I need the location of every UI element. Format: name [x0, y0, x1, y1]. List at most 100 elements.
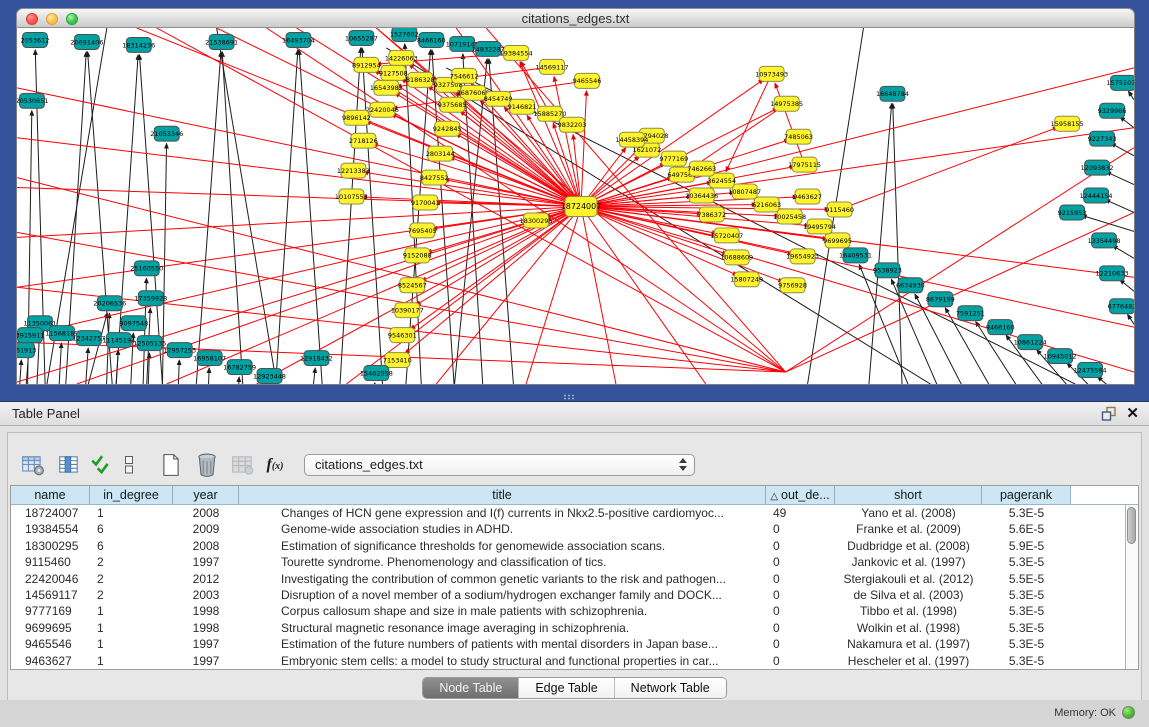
graph-node[interactable]: 15958155: [1051, 116, 1084, 131]
graph-edge-reference[interactable]: [368, 383, 375, 384]
graph-node[interactable]: 18314236: [122, 37, 155, 52]
graph-edge-reference[interactable]: [1128, 91, 1134, 100]
graph-node[interactable]: 9329966: [1098, 103, 1127, 118]
table-cell[interactable]: 49: [766, 505, 835, 521]
table-cell[interactable]: 9699695: [11, 620, 90, 636]
table-cell[interactable]: Dudbridge et al. (2008): [835, 538, 982, 554]
table-cell[interactable]: Jankovic et al. (1997): [835, 554, 982, 570]
table-cell[interactable]: 9465546: [11, 636, 90, 652]
table-cell[interactable]: 9777169: [11, 603, 90, 619]
graph-node[interactable]: 12093832: [1081, 160, 1114, 175]
graph-node[interactable]: 12210633: [1096, 266, 1129, 281]
column-header-short[interactable]: short: [835, 486, 982, 504]
graph-node[interactable]: 9152088: [403, 248, 432, 263]
graph-node[interactable]: 12475584: [1074, 363, 1107, 378]
graph-edge-reference[interactable]: [222, 52, 246, 384]
graph-node[interactable]: 9777169: [659, 151, 688, 166]
table-cell[interactable]: Yano et al. (2008): [835, 505, 982, 521]
graph-node[interactable]: 16958107: [193, 351, 226, 366]
table-cell[interactable]: 5.3E-5: [982, 603, 1071, 619]
table-cell[interactable]: 6: [90, 538, 173, 554]
table-cell[interactable]: 2009: [173, 521, 239, 537]
graph-node[interactable]: 18300295: [520, 213, 553, 228]
graph-node[interactable]: 10945012: [1044, 349, 1077, 364]
graph-node[interactable]: 6674930: [896, 278, 925, 293]
graph-node[interactable]: 14458394: [615, 132, 648, 147]
table-row[interactable]: 1456911722003Disruption of a novel membe…: [11, 587, 1125, 603]
table-cell[interactable]: 14569117: [11, 587, 90, 603]
graph-edge-reference[interactable]: [139, 55, 166, 384]
table-row[interactable]: 1830029562008Estimation of significance …: [11, 538, 1125, 554]
rows-icon[interactable]: [118, 451, 140, 479]
zoom-window-button[interactable]: [66, 13, 78, 25]
graph-edge-reference[interactable]: [1106, 172, 1134, 185]
graph-node[interactable]: 14569117: [536, 59, 569, 74]
graph-node[interactable]: 7462663: [687, 161, 716, 176]
graph-node[interactable]: 7591251: [956, 306, 985, 321]
table-cell[interactable]: 1997: [173, 554, 239, 570]
graph-node[interactable]: 11145194: [102, 333, 135, 348]
table-cell[interactable]: 6: [90, 521, 173, 537]
graph-node[interactable]: 9170041: [411, 195, 440, 210]
graph-node[interactable]: 21053346: [150, 126, 183, 141]
table-cell[interactable]: 1997: [173, 653, 239, 669]
graph-node[interactable]: 16648784: [876, 86, 909, 101]
tab-edge-table[interactable]: Edge Table: [518, 678, 613, 698]
graph-node[interactable]: 6216063: [752, 197, 781, 212]
graph-node[interactable]: 21538691: [205, 34, 238, 49]
column-header-pagerank[interactable]: pagerank: [982, 486, 1071, 504]
split-divider-grip[interactable]: [563, 394, 575, 400]
network-canvas[interactable]: 1872400718300295891295414226063912750881…: [16, 28, 1135, 385]
graph-node[interactable]: 7695405: [408, 223, 437, 238]
graph-edge-reference[interactable]: [57, 343, 61, 384]
table-cell[interactable]: 19384554: [11, 521, 90, 537]
close-window-button[interactable]: [26, 13, 38, 25]
table-cell[interactable]: Franke et al. (2009): [835, 521, 982, 537]
network-window-titlebar[interactable]: citations_edges.txt: [16, 8, 1135, 28]
graph-node[interactable]: 6776482: [1108, 299, 1134, 314]
table-cell[interactable]: Disruption of a novel member of a sodium…: [239, 587, 766, 603]
table-row[interactable]: 969969511998Structural magnetic resonanc…: [11, 620, 1125, 636]
graph-node[interactable]: 9832203: [558, 117, 587, 132]
graph-node[interactable]: 20530651: [17, 93, 48, 108]
graph-edge-citation[interactable]: [840, 127, 1058, 209]
graph-node[interactable]: 9756928: [778, 278, 807, 293]
table-cell[interactable]: 2: [90, 571, 173, 587]
table-cell[interactable]: 5.6E-5: [982, 521, 1071, 537]
table-cell[interactable]: 1: [90, 603, 173, 619]
graph-node[interactable]: 12342757: [72, 331, 105, 346]
table-row[interactable]: 977716911998Corpus callosum shape and si…: [11, 603, 1125, 619]
graph-edge-reference[interactable]: [1120, 280, 1134, 292]
graph-node[interactable]: 15807249: [730, 272, 763, 287]
table-row[interactable]: 911546021997Tourette syndrome. Phenomeno…: [11, 554, 1125, 570]
graph-node[interactable]: 19495794: [803, 219, 836, 234]
column-header-name[interactable]: name: [11, 486, 90, 504]
graph-edge-reference[interactable]: [217, 28, 277, 384]
graph-node[interactable]: 16782759: [223, 360, 256, 375]
graph-node[interactable]: 2053612: [21, 32, 50, 47]
table-cell[interactable]: 1998: [173, 603, 239, 619]
graph-node[interactable]: 12213383: [337, 163, 370, 178]
graph-node[interactable]: 7485063: [784, 129, 813, 144]
graph-node[interactable]: 9463627: [793, 189, 822, 204]
table-cell[interactable]: Wolkin et al. (1998): [835, 620, 982, 636]
graph-node[interactable]: 7153410: [383, 353, 412, 368]
graph-node[interactable]: 12505135: [133, 336, 166, 351]
graph-node[interactable]: 8912954: [352, 57, 381, 72]
selection-mode-icon[interactable]: [90, 451, 112, 479]
table-cell[interactable]: Structural magnetic resonance image aver…: [239, 620, 766, 636]
graph-node[interactable]: 2803144: [426, 146, 455, 161]
graph-node[interactable]: 10973493: [755, 66, 788, 81]
graph-edge-reference[interactable]: [237, 377, 239, 384]
close-panel-icon[interactable]: ✕: [1126, 406, 1139, 422]
graph-node[interactable]: 9699695: [823, 233, 852, 248]
graph-node[interactable]: 20206536: [93, 296, 126, 311]
table-cell[interactable]: de Silva et al. (2003): [835, 587, 982, 603]
graph-node[interactable]: 9242845: [433, 121, 462, 136]
graph-node[interactable]: 8427552: [420, 170, 449, 185]
table-cell[interactable]: 9115460: [11, 554, 90, 570]
graph-edge-citation[interactable]: [690, 104, 787, 169]
graph-node[interactable]: 9538923: [873, 263, 902, 278]
table-cell[interactable]: Changes of HCN gene expression and I(f) …: [239, 505, 766, 521]
graph-edge-citation[interactable]: [526, 206, 581, 384]
